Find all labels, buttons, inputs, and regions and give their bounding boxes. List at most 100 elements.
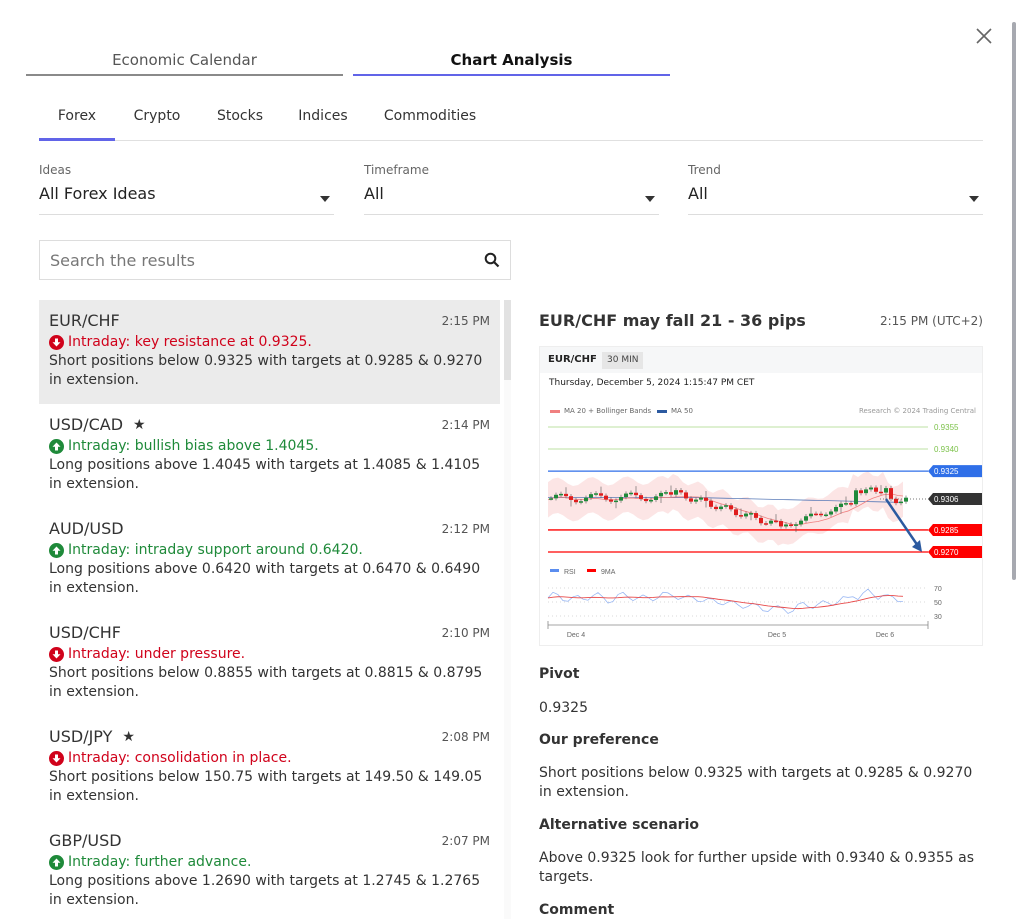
idea-list-item[interactable]: USD/CHF 2:10 PM Intraday: under pressure. S… — [39, 612, 500, 716]
candle-body — [569, 496, 573, 500]
candle-body — [789, 524, 793, 526]
idea-headline-text: Intraday: consolidation in place. — [68, 750, 292, 766]
idea-list-item[interactable]: USD/JPY ★ 2:08 PM Intraday: consolidation i… — [39, 716, 500, 820]
timeframe-filter[interactable]: Timeframe All — [364, 160, 659, 215]
idea-symbol-row: USD/CHF — [49, 622, 490, 644]
rsi-tick-label: 50 — [934, 600, 942, 607]
candle-body — [829, 511, 833, 515]
rsi-legend-label: RSI — [564, 569, 576, 576]
idea-headline: Intraday: consolidation in place. — [49, 748, 490, 768]
candle-body — [654, 496, 658, 500]
star-icon[interactable]: ★ — [133, 414, 146, 436]
idea-time: 2:12 PM — [441, 522, 490, 536]
candle-body — [674, 490, 678, 495]
candle-body — [574, 499, 578, 503]
idea-symbol: AUD/USD — [49, 519, 124, 538]
idea-list-item[interactable]: GBP/USD 2:07 PM Intraday: further advance.… — [39, 820, 500, 919]
level-label: 0.9285 — [934, 526, 959, 535]
candle-body — [549, 498, 553, 500]
x-tick-label: Dec 6 — [876, 632, 894, 639]
candle-body — [664, 492, 668, 494]
tab-crypto[interactable]: Crypto — [125, 100, 189, 141]
idea-description: Long positions above 1.4045 with targets… — [49, 457, 481, 492]
idea-time: 2:14 PM — [441, 418, 490, 432]
idea-time: 2:10 PM — [441, 626, 490, 640]
candle-body — [624, 493, 628, 498]
idea-headline: Intraday: intraday support around 0.6420… — [49, 540, 490, 560]
idea-time: 2:07 PM — [441, 834, 490, 848]
tab-stocks[interactable]: Stocks — [209, 100, 271, 141]
x-tick-label: Dec 4 — [567, 632, 585, 639]
candle-body — [594, 493, 598, 495]
candle-body — [749, 513, 753, 515]
pivot-value: 0.9325 — [539, 700, 588, 716]
page-scrollbar[interactable] — [1012, 22, 1016, 580]
ideas-filter-value: All Forex Ideas — [39, 184, 156, 203]
idea-list-item[interactable]: AUD/USD 2:12 PM Intraday: intraday support… — [39, 508, 500, 612]
candle-body — [704, 497, 708, 501]
idea-headline: Intraday: further advance. — [49, 852, 490, 872]
rsi-tick-label: 70 — [934, 586, 942, 593]
candle-body — [754, 513, 758, 518]
level-label: 0.9270 — [934, 548, 959, 557]
main-tabs: Economic Calendar Chart Analysis — [26, 46, 670, 76]
candle-body — [729, 505, 733, 510]
list-scrollbar[interactable] — [504, 300, 511, 919]
ideas-list: EUR/CHF 2:15 PM Intraday: key resistance a… — [39, 300, 500, 919]
candle-body — [804, 516, 808, 521]
idea-list-item[interactable]: EUR/CHF 2:15 PM Intraday: key resistance a… — [39, 300, 500, 404]
timeframe-filter-label: Timeframe — [364, 163, 429, 177]
arrow-up-circle-icon — [49, 438, 64, 454]
trend-filter[interactable]: Trend All — [688, 160, 983, 215]
idea-description: Long positions above 1.2690 with targets… — [49, 873, 481, 908]
close-button[interactable] — [972, 24, 996, 48]
candle-body — [889, 488, 893, 499]
star-icon[interactable]: ★ — [122, 726, 135, 748]
candle-body — [844, 503, 848, 505]
arrow-up-circle-icon — [49, 854, 64, 870]
arrow-down-circle-icon — [49, 750, 64, 766]
candle-body — [899, 501, 903, 504]
candle-body — [604, 495, 608, 500]
candle-body — [734, 509, 738, 516]
ideas-filter[interactable]: Ideas All Forex Ideas — [39, 160, 334, 215]
idea-headline: Intraday: bullish bias above 1.4045. — [49, 436, 490, 456]
candle-body — [809, 513, 813, 517]
candle-body — [799, 520, 803, 525]
level-label: 0.9355 — [934, 423, 959, 432]
candle-body — [659, 492, 663, 497]
idea-headline-text: Intraday: bullish bias above 1.4045. — [68, 438, 319, 454]
candle-body — [599, 493, 603, 496]
search-input[interactable] — [50, 241, 470, 279]
idea-symbol-row: USD/JPY ★ — [49, 726, 490, 748]
idea-chart: EUR/CHF 30 MIN Thursday, December 5, 202… — [539, 346, 983, 646]
tab-indices[interactable]: Indices — [293, 100, 353, 141]
list-scrollbar-thumb[interactable] — [504, 300, 511, 380]
tab-economic-calendar[interactable]: Economic Calendar — [26, 46, 343, 76]
candle-body — [589, 494, 593, 498]
search-icon[interactable] — [484, 252, 500, 268]
candle-body — [714, 506, 718, 510]
idea-time: 2:08 PM — [441, 730, 490, 744]
tab-commodities[interactable]: Commodities — [379, 100, 481, 141]
tab-forex[interactable]: Forex — [39, 100, 115, 141]
candle-body — [669, 492, 673, 495]
candle-body — [609, 499, 613, 502]
idea-headline: Intraday: under pressure. — [49, 644, 490, 664]
candle-body — [684, 492, 688, 499]
idea-description: Long positions above 0.6420 with targets… — [49, 561, 481, 596]
bollinger-band — [548, 471, 903, 546]
preference-text: Short positions below 0.9325 with target… — [539, 765, 973, 800]
candle-body — [579, 501, 583, 503]
candle-body — [619, 497, 623, 501]
candle-body — [724, 505, 728, 507]
candle-body — [699, 497, 703, 500]
candle-body — [614, 500, 618, 503]
arrow-down-circle-icon — [49, 646, 64, 662]
x-tick-label: Dec 5 — [768, 632, 786, 639]
idea-list-item[interactable]: USD/CAD ★ 2:14 PM Intraday: bullish bias ab… — [39, 404, 500, 508]
candle-body — [819, 513, 823, 516]
candle-body — [634, 492, 638, 496]
candle-body — [629, 492, 633, 495]
tab-chart-analysis[interactable]: Chart Analysis — [353, 46, 670, 76]
